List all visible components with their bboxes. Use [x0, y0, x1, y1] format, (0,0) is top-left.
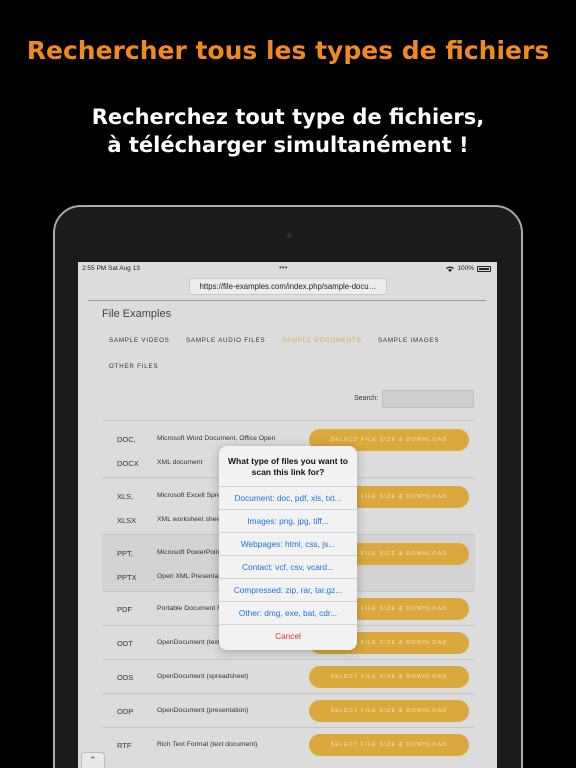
file-ext: ODS [117, 673, 134, 682]
dialog-title: What type of files you want to scan this… [228, 456, 348, 477]
file-ext: ODT [117, 639, 133, 648]
tablet-screen: 2:55 PM Sat Aug 13 ••• 100% https://file… [78, 262, 497, 768]
file-desc: XML worksheet sheet [157, 516, 223, 523]
download-button[interactable]: SELECT FILE SIZE & DOWNLOAD [309, 700, 469, 722]
file-ext: DOCX [117, 459, 139, 468]
nav-sample-documents[interactable]: SAMPLE DOCUMENTS [282, 337, 362, 344]
option-document[interactable]: Document: doc, pdf, xls, txt... [219, 486, 357, 509]
download-button[interactable]: SELECT FILE SIZE & DOWNLOAD [309, 734, 469, 756]
table-row: ODP OpenDocument (presentation) SELECT F… [102, 693, 475, 727]
table-row: RTF Rich Text Format (text document) SEL… [102, 727, 475, 761]
nav-sample-images[interactable]: SAMPLE IMAGES [378, 337, 439, 344]
chevron-up-icon: ⌃ [89, 755, 97, 765]
toolbar-divider [88, 300, 486, 301]
file-desc: OpenDocument (spreadsheet) [157, 673, 249, 680]
file-desc: XML document [157, 459, 203, 466]
search-input[interactable] [382, 390, 474, 408]
option-compressed[interactable]: Compressed: zip, rar, tar.gz... [219, 578, 357, 601]
file-ext: PPT, [117, 549, 133, 558]
promo-title: Rechercher tous les types de fichiers [26, 36, 550, 65]
file-desc: Microsoft Word Document, Office Open [157, 435, 276, 442]
promo-subtitle-line1: Recherchez tout type de fichiers, [91, 105, 485, 129]
promo-subtitle-line2: à télécharger simultanément ! [107, 133, 469, 157]
site-title[interactable]: File Examples [102, 308, 171, 320]
promo-subtitle: Recherchez tout type de fichiers, à télé… [0, 103, 576, 159]
wifi-icon [446, 266, 455, 272]
more-dots-icon[interactable]: ••• [279, 263, 287, 272]
file-ext: PDF [117, 605, 132, 614]
file-desc: OpenDocument (text) [157, 639, 222, 646]
file-desc: Microsoft PowerPoint [157, 549, 222, 556]
camera-dot [287, 233, 292, 238]
battery-icon [477, 265, 491, 272]
file-desc: OpenDocument (presentation) [157, 707, 249, 714]
status-bar: 2:55 PM Sat Aug 13 ••• 100% [78, 262, 497, 276]
option-webpages[interactable]: Webpages: html, css, js... [219, 532, 357, 555]
nav-sample-audio-files[interactable]: SAMPLE AUDIO FILES [186, 337, 265, 344]
file-type-dialog: What type of files you want to scan this… [219, 446, 357, 650]
option-contact[interactable]: Contact: vcf, csv, vcard... [219, 555, 357, 578]
url-bar[interactable]: https://file-examples.com/index.php/samp… [189, 278, 387, 295]
nav-sample-videos[interactable]: SAMPLE VIDEOS [109, 337, 170, 344]
option-images[interactable]: Images: png, jpg, tiff... [219, 509, 357, 532]
search-label: Search: [354, 395, 379, 402]
status-right: 100% [446, 265, 491, 272]
file-ext: ODP [117, 707, 134, 716]
file-ext: RTF [117, 741, 132, 750]
file-ext: PPTX [117, 573, 137, 582]
status-time: 2:55 PM Sat Aug 13 [82, 265, 140, 272]
battery-percent: 100% [457, 265, 474, 272]
cancel-button[interactable]: Cancel [219, 624, 357, 647]
file-ext: XLS, [117, 492, 134, 501]
table-row: ODS OpenDocument (spreadsheet) SELECT FI… [102, 659, 475, 693]
file-ext: DOC, [117, 435, 136, 444]
option-other[interactable]: Other: dmg, exe, bat, cdr... [219, 601, 357, 624]
download-button[interactable]: SELECT FILE SIZE & DOWNLOAD [309, 666, 469, 688]
scroll-up-button[interactable]: ⌃ [81, 752, 105, 768]
file-desc: Rich Text Format (text document) [157, 741, 258, 748]
nav-other-files[interactable]: OTHER FILES [109, 363, 158, 370]
file-ext: XLSX [117, 516, 137, 525]
